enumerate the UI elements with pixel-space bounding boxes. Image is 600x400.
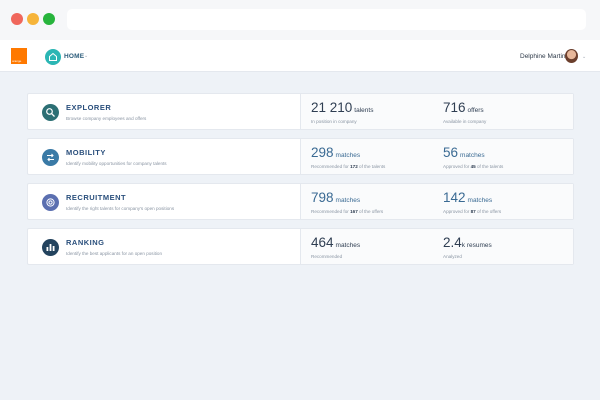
- desc-prefix: Approved for: [443, 164, 470, 169]
- chevron-down-icon[interactable]: ⌄: [582, 54, 586, 60]
- desc-count: 87: [470, 209, 476, 214]
- desc-suffix: of the talents: [359, 164, 386, 169]
- analyzed-resumes-stat: 2.4k resumes Analyzed: [443, 234, 492, 259]
- stat-description: Approved for 87 of the offers: [443, 209, 501, 214]
- stat-unit: talents: [354, 107, 374, 114]
- mobility-card[interactable]: MOBILITY Identify mobility opportunities…: [27, 138, 574, 175]
- desc-count: 167: [350, 209, 358, 214]
- desc-count: 172: [350, 164, 358, 169]
- home-button[interactable]: [45, 49, 61, 65]
- explorer-card[interactable]: EXPLORER Browse company employees and of…: [27, 93, 574, 130]
- talents-stat: 21 210 talents In position in company: [311, 99, 373, 124]
- card-subtitle: Identify the right talents for company's…: [66, 206, 175, 211]
- card-title: RECRUITMENT: [66, 193, 127, 202]
- recommended-matches-stat: 798 matches Recommended for 167 of the of…: [311, 189, 383, 214]
- card-title: EXPLORER: [66, 103, 112, 112]
- search-icon: [42, 104, 59, 121]
- stat-description: Approved for 45 of the talents: [443, 164, 503, 169]
- ranking-card[interactable]: RANKING Identify the best applicants for…: [27, 228, 574, 265]
- stat-description: Recommended for 167 of the offers: [311, 209, 383, 214]
- stat-unit: matches: [335, 152, 361, 159]
- desc-suffix: of the offers: [477, 209, 502, 214]
- desc-suffix: of the talents: [477, 164, 504, 169]
- card-stats: 464 matches Recommended 2.4k resumes Anal…: [300, 229, 573, 264]
- stat-value: 716: [443, 100, 466, 115]
- stat-description: Analyzed: [443, 254, 462, 259]
- stat-value: 56: [443, 145, 459, 160]
- offers-stat: 716 offers Available in company: [443, 99, 486, 124]
- user-name[interactable]: Delphine Martin: [520, 53, 566, 60]
- home-label[interactable]: HOME: [64, 53, 84, 60]
- desc-prefix: Approved for: [443, 209, 470, 214]
- stat-unit: offers: [467, 107, 484, 114]
- stat-value: 2.4: [443, 235, 462, 250]
- home-icon: [49, 52, 57, 61]
- stat-unit: matches: [335, 197, 361, 204]
- address-bar[interactable]: [67, 9, 586, 30]
- stat-unit: matches: [467, 197, 493, 204]
- chevron-down-icon[interactable]: ⌄: [84, 53, 88, 59]
- stat-value: 142: [443, 190, 466, 205]
- card-stats: 298 matches Recommended for 172 of the ta…: [300, 139, 573, 174]
- card-subtitle: Identify mobility opportunities for comp…: [66, 161, 167, 166]
- card-info: RECRUITMENT Identify the right talents f…: [28, 184, 300, 219]
- stat-value: 798: [311, 190, 334, 205]
- approved-matches-stat: 142 matches Approved for 87 of the offers: [443, 189, 501, 214]
- mobility-arrows-icon: [42, 149, 59, 166]
- target-icon: [42, 194, 59, 211]
- card-subtitle: Identify the best applicants for an open…: [66, 251, 163, 256]
- card-title: MOBILITY: [66, 148, 106, 157]
- recommended-matches-stat: 464 matches Recommended: [311, 234, 360, 259]
- desc-suffix: of the offers: [359, 209, 384, 214]
- stat-unit: matches: [460, 152, 485, 159]
- browser-window-bar: [0, 0, 600, 40]
- card-info: MOBILITY Identify mobility opportunities…: [28, 139, 300, 174]
- avatar[interactable]: [565, 49, 578, 63]
- card-subtitle: Browse company employees and offers: [66, 116, 147, 121]
- card-info: RANKING Identify the best applicants for…: [28, 229, 300, 264]
- stat-description: Available in company: [443, 119, 487, 124]
- card-info: EXPLORER Browse company employees and of…: [28, 94, 300, 129]
- recommended-matches-stat: 298 matches Recommended for 172 of the ta…: [311, 144, 385, 169]
- stat-description: Recommended: [311, 254, 343, 259]
- recruitment-card[interactable]: RECRUITMENT Identify the right talents f…: [27, 183, 574, 220]
- minimize-window-button[interactable]: [27, 13, 39, 25]
- maximize-window-button[interactable]: [43, 13, 55, 25]
- logo-text: orange: [12, 59, 22, 63]
- card-stats: 21 210 talents In position in company 716…: [300, 94, 573, 129]
- close-window-button[interactable]: [11, 13, 23, 25]
- stat-value: 298: [311, 145, 334, 160]
- app-header: orange: [0, 40, 600, 72]
- stat-value: 464: [311, 235, 334, 250]
- orange-logo[interactable]: orange: [11, 48, 27, 64]
- stat-value: 21 210: [311, 100, 353, 115]
- desc-prefix: Recommended for: [311, 209, 349, 214]
- stat-unit: k resumes: [461, 242, 492, 249]
- ranking-chart-icon: [42, 239, 59, 256]
- card-title: RANKING: [66, 238, 105, 247]
- desc-prefix: Recommended for: [311, 164, 349, 169]
- card-stats: 798 matches Recommended for 167 of the of…: [300, 184, 573, 219]
- stat-description: Recommended for 172 of the talents: [311, 164, 385, 169]
- approved-matches-stat: 56 matches Approved for 45 of the talents: [443, 144, 503, 169]
- stat-unit: matches: [335, 242, 361, 249]
- stat-description: In position in company: [311, 119, 357, 124]
- desc-count: 45: [470, 164, 476, 169]
